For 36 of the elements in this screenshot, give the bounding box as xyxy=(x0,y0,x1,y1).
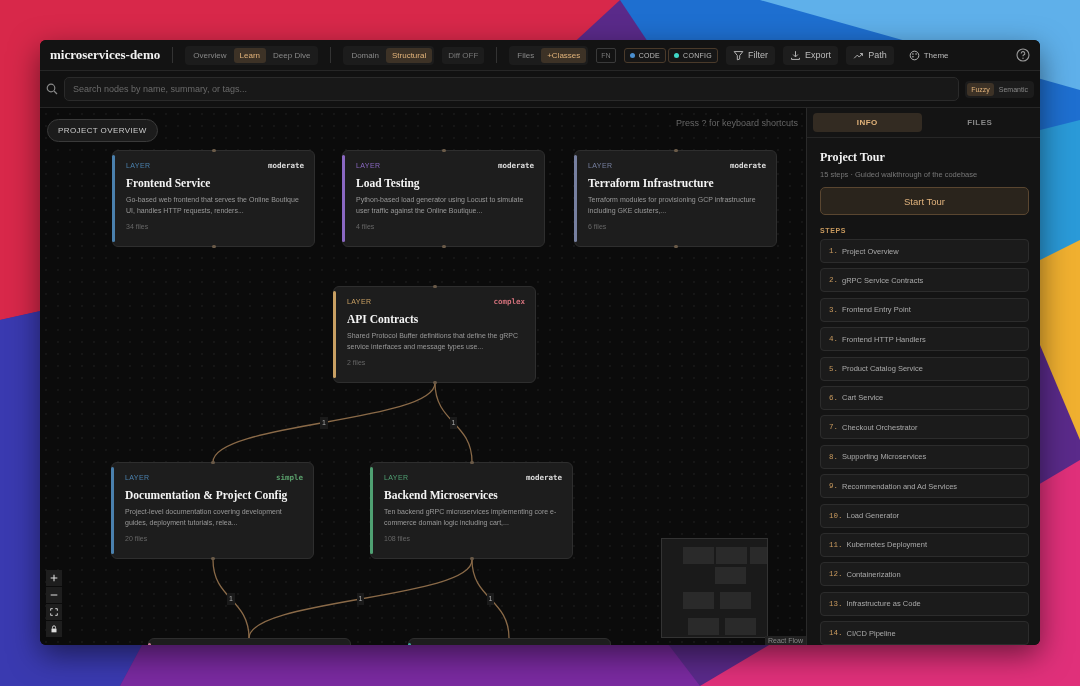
mode-tab[interactable]: Structural xyxy=(385,47,433,63)
node-title: Backend Microservices xyxy=(384,489,499,501)
panel-tab[interactable]: FILES xyxy=(925,113,1034,132)
panel-tab[interactable]: INFO xyxy=(813,113,922,132)
node-title: API Contracts xyxy=(347,313,420,325)
zoom-control-button[interactable] xyxy=(46,621,62,637)
toolbar-button[interactable]: Filter xyxy=(726,45,776,65)
node-title: Terraform Infrastructure xyxy=(588,177,715,189)
filter-icon xyxy=(733,49,745,61)
download-icon xyxy=(790,49,802,61)
app-title: microservices-demo xyxy=(50,47,161,63)
mode-tab[interactable]: Files xyxy=(511,47,541,63)
lock-icon xyxy=(49,624,59,634)
project-overview-button[interactable]: PROJECT OVERVIEW xyxy=(47,119,158,142)
zoom-control-button[interactable] xyxy=(46,604,62,620)
fit-view-icon xyxy=(49,607,59,617)
zoom-in-icon xyxy=(49,573,59,583)
diff-toggle[interactable]: Diff OFF xyxy=(442,46,485,64)
help-icon xyxy=(1016,48,1030,62)
mode-tab[interactable]: Overview xyxy=(187,47,233,63)
mode-tab[interactable]: Domain xyxy=(345,47,385,63)
toolbar-button[interactable]: Export xyxy=(783,45,839,65)
node-title: Frontend Service xyxy=(126,177,212,189)
toolbar-button[interactable]: Path xyxy=(846,45,894,65)
mode-tab[interactable]: Deep Dive xyxy=(267,47,317,63)
mode-tab[interactable]: +Classes xyxy=(541,47,587,63)
node-title: Load Testing xyxy=(356,177,421,189)
tour-title: Project Tour xyxy=(820,150,886,165)
search-icon xyxy=(46,83,58,95)
node-title: Documentation & Project Config xyxy=(125,489,289,501)
palette-icon xyxy=(908,49,920,61)
mode-tab[interactable]: Learn xyxy=(233,47,267,63)
search-field[interactable]: Search nodes by name, summary, or tags... xyxy=(64,77,960,101)
toolbar-button[interactable]: Theme xyxy=(901,45,956,65)
start-tour-button[interactable]: Start Tour xyxy=(820,187,1029,215)
keyboard-hint: Press ? for keyboard shortcuts xyxy=(675,118,798,128)
